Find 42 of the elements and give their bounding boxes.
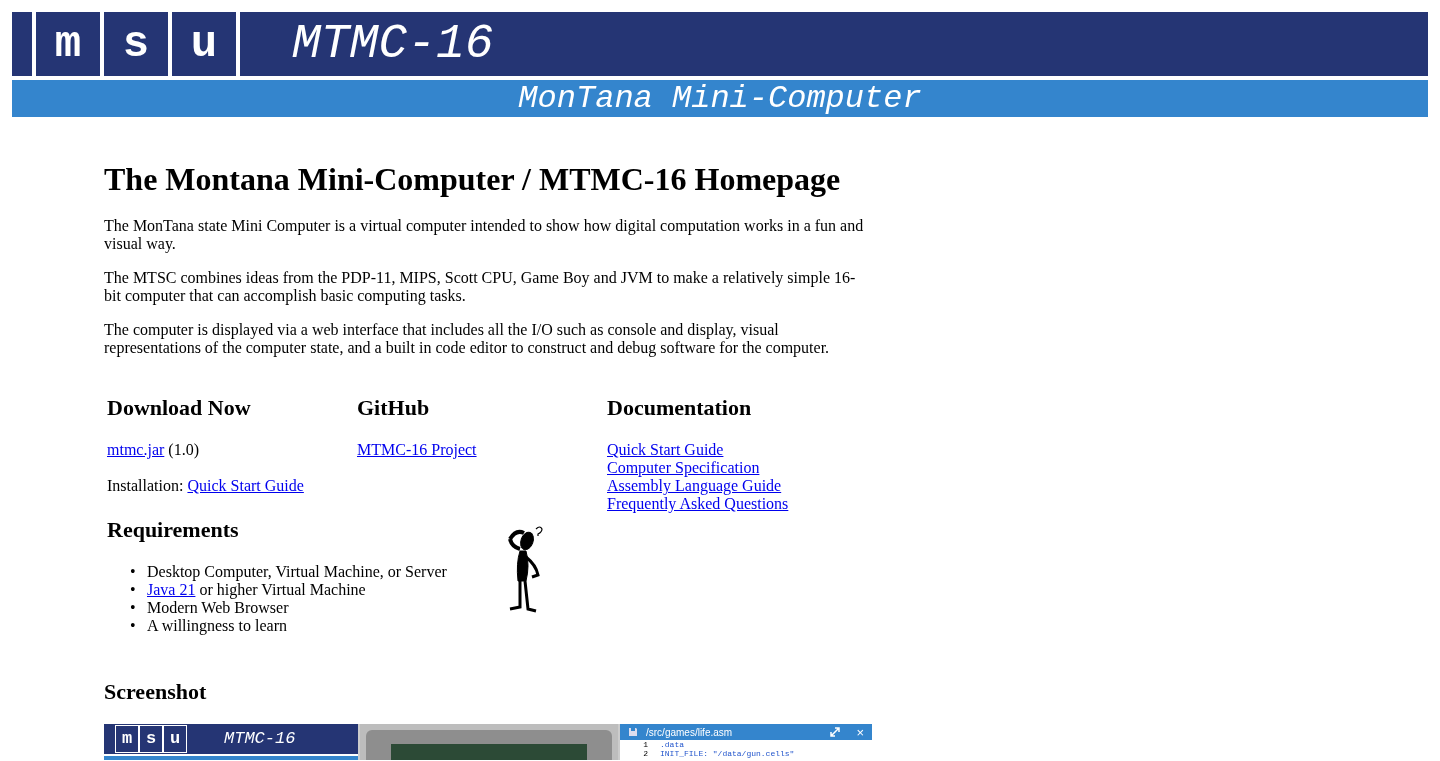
bullet: • [130, 563, 137, 581]
logo-letter: m [36, 12, 100, 76]
section-heading: Screenshot [104, 678, 208, 706]
paragraph: The MonTana state Mini Computer is a virtual computer intended to show how digital computation works in a fun and visual way. [104, 217, 865, 253]
list-item: Desktop Computer, Virtual Machine, or Server [147, 563, 447, 581]
section-heading: GitHub [357, 395, 431, 421]
link[interactable]: Frequently Asked Questions [607, 495, 789, 513]
page-heading: The Montana Mini-Computer / MTMC-16 Homepage [104, 160, 842, 199]
link[interactable]: Computer Specification [607, 459, 760, 477]
bullet: • [130, 599, 137, 617]
link[interactable]: MTMC-16 Project [357, 441, 477, 458]
list-item: A willingness to learn [147, 617, 287, 635]
bullet: • [130, 581, 137, 599]
text-line: mtmc.jar (1.0) [107, 441, 199, 459]
screenshot-title: MTMC-16 [224, 728, 296, 750]
expand-icon[interactable] [830, 727, 841, 737]
section-heading: Documentation [607, 395, 753, 421]
link[interactable]: Java 21 [147, 581, 196, 598]
list-item: Modern Web Browser [147, 599, 289, 617]
link[interactable]: Quick Start Guide [607, 441, 724, 459]
link[interactable]: Assembly Language Guide [607, 477, 782, 495]
code-text: .data [660, 740, 684, 749]
text-line: Installation: Quick Start Guide [107, 477, 304, 495]
section-heading: Requirements [107, 517, 240, 543]
site-title: MTMC-16 [292, 20, 494, 68]
bullet: • [130, 617, 137, 635]
logo-letter: u [172, 12, 236, 76]
line-number: 2 [642, 749, 648, 758]
section-heading: Download Now [107, 395, 252, 421]
file-path: /src/games/life.asm [646, 725, 734, 740]
paragraph: The computer is displayed via a web interface that includes all the I/O such as console and display, visual representations of the computer state, and a built in code editor to construct and debug software for the computer. [104, 321, 831, 357]
logo-block [12, 12, 32, 76]
logo-letter: s [104, 12, 168, 76]
link[interactable]: mtmc.jar [107, 441, 165, 458]
link[interactable]: Quick Start Guide [187, 477, 304, 494]
site-subtitle: MonTana Mini-Computer [518, 82, 922, 115]
save-icon[interactable] [628, 727, 638, 737]
line-number: 1 [642, 740, 648, 749]
close-button[interactable]: × [856, 725, 864, 739]
paragraph: The MTSC combines ideas from the PDP-11, MIPS, Scott CPU, Game Boy and JVM to make a relatively simple 16-bit computer that can accomplish basic computing tasks. [104, 269, 857, 305]
code-text: INIT_FILE: "/data/gun.cells" [660, 749, 795, 758]
list-item: Java 21 or higher Virtual Machine [147, 581, 366, 599]
